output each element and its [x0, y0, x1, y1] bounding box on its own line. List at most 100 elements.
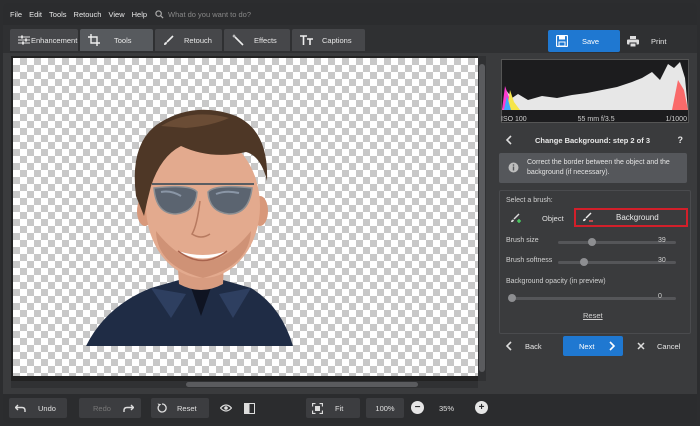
- brush-softness-label: Brush softness: [506, 257, 553, 264]
- exif-iso: ISO 100: [501, 116, 527, 123]
- step-navigation: Back Next Cancel: [495, 336, 695, 356]
- image-canvas[interactable]: [11, 56, 486, 381]
- zoom-in-button[interactable]: +: [475, 401, 488, 414]
- help-icon[interactable]: ?: [678, 135, 684, 145]
- step-title: Change Background: step 2 of 3: [535, 135, 651, 145]
- fit-label: Fit: [335, 403, 344, 413]
- bg-opacity-value: 0: [658, 293, 662, 300]
- next-label: Next: [579, 341, 595, 351]
- slider-knob[interactable]: [588, 238, 596, 246]
- brush-plus-icon: [511, 213, 521, 223]
- redo-icon: [123, 404, 134, 412]
- reset-link[interactable]: Reset: [583, 311, 603, 320]
- crop-icon: [88, 34, 100, 46]
- zoom-100-label: 100%: [375, 403, 395, 413]
- undo-icon: [15, 404, 26, 412]
- info-icon: [508, 162, 519, 173]
- tab-label: Captions: [322, 35, 352, 45]
- chevron-left-icon[interactable]: [505, 135, 513, 145]
- zoom-value: 35%: [439, 404, 455, 413]
- cancel-button[interactable]: Cancel: [629, 336, 691, 356]
- exif-info: ISO 100 55 mm f/3.5 1/1000: [501, 116, 687, 123]
- search-placeholder: What do you want to do?: [168, 9, 252, 19]
- undo-button[interactable]: Undo: [9, 398, 67, 418]
- slider-knob[interactable]: [580, 258, 588, 266]
- preview-toggle-button[interactable]: [217, 398, 235, 418]
- close-icon: [637, 342, 645, 350]
- fit-screen-icon: [312, 402, 323, 414]
- next-button[interactable]: Next: [563, 336, 623, 356]
- horizontal-scrollbar[interactable]: [11, 381, 478, 388]
- floppy-disk-icon: [556, 35, 568, 47]
- brush-background-button[interactable]: Background: [574, 208, 688, 227]
- undo-label: Undo: [38, 403, 56, 413]
- sliders-icon: [18, 35, 30, 45]
- menu-retouch[interactable]: Retouch: [74, 10, 102, 19]
- redo-label: Redo: [93, 403, 111, 413]
- back-button[interactable]: Back: [499, 336, 551, 356]
- tab-enhancement[interactable]: Enhancement: [10, 29, 78, 51]
- compare-button[interactable]: [241, 398, 259, 418]
- search-box[interactable]: What do you want to do?: [155, 10, 251, 19]
- portrait-photo: [86, 109, 293, 346]
- brush-softness-value: 30: [658, 257, 666, 264]
- print-button[interactable]: Print: [621, 30, 691, 52]
- menu-bar: File Edit Tools Retouch View Help What d…: [3, 3, 697, 25]
- tab-tools[interactable]: Tools: [80, 29, 153, 51]
- exif-lens: 55 mm f/3.5: [577, 116, 615, 123]
- eye-icon: [220, 404, 232, 412]
- slider-knob[interactable]: [508, 294, 516, 302]
- brush-icon: [164, 34, 174, 45]
- zoom-out-button[interactable]: −: [411, 401, 424, 414]
- save-button[interactable]: Save: [548, 30, 620, 52]
- compare-icon: [244, 402, 255, 414]
- cancel-label: Cancel: [657, 341, 681, 351]
- tab-label: Tools: [114, 35, 132, 45]
- menu-help[interactable]: Help: [132, 10, 147, 19]
- brush-object-button[interactable]: Object: [506, 211, 568, 226]
- brush-object-label: Object: [542, 214, 564, 223]
- redo-button[interactable]: Redo: [79, 398, 141, 418]
- fit-button[interactable]: Fit: [306, 398, 360, 418]
- brush-size-label: Brush size: [506, 237, 539, 244]
- exif-shutter: 1/1000: [665, 116, 687, 123]
- bg-opacity-slider[interactable]: [508, 294, 676, 302]
- back-label: Back: [525, 341, 542, 351]
- scroll-thumb[interactable]: [479, 64, 485, 372]
- brush-background-label: Background: [616, 213, 659, 222]
- menu-edit[interactable]: Edit: [29, 10, 42, 19]
- tab-retouch[interactable]: Retouch: [155, 29, 222, 51]
- menu-tools[interactable]: Tools: [49, 10, 67, 19]
- brush-minus-icon: [583, 212, 593, 222]
- print-label: Print: [651, 36, 667, 46]
- info-text: Correct the border between the object an…: [527, 159, 670, 176]
- bg-opacity-label: Background opacity (in preview): [506, 278, 606, 285]
- menu-file[interactable]: File: [10, 10, 22, 19]
- tab-label: Enhancement: [31, 35, 78, 45]
- chevron-left-icon: [505, 341, 512, 351]
- vertical-scrollbar[interactable]: [478, 56, 486, 381]
- tab-label: Effects: [254, 35, 277, 45]
- tab-label: Retouch: [184, 35, 212, 45]
- scroll-thumb[interactable]: [186, 382, 418, 387]
- right-panel: ISO 100 55 mm f/3.5 1/1000 Change Backgr…: [495, 53, 695, 365]
- menu-view[interactable]: View: [108, 10, 124, 19]
- tab-captions[interactable]: Captions: [292, 29, 365, 51]
- brush-settings: Select a brush: Object Background Brush …: [499, 190, 691, 334]
- reset-label: Reset: [177, 403, 197, 413]
- bottom-toolbar: Undo Redo Reset Fit 100% − 35% +: [3, 394, 697, 423]
- select-brush-label: Select a brush:: [506, 197, 553, 204]
- zoom-100-button[interactable]: 100%: [366, 398, 404, 418]
- save-label: Save: [582, 36, 600, 46]
- text-icon: [300, 35, 313, 45]
- search-icon: [155, 9, 164, 19]
- reset-button[interactable]: Reset: [151, 398, 209, 418]
- reset-icon: [157, 403, 167, 413]
- chevron-right-icon: [609, 341, 616, 351]
- printer-icon: [627, 35, 639, 47]
- info-box: Correct the border between the object an…: [499, 153, 687, 183]
- magic-wand-icon: [232, 34, 244, 46]
- step-header: Change Background: step 2 of 3 ?: [499, 131, 689, 149]
- tab-effects[interactable]: Effects: [224, 29, 290, 51]
- app-window: File Edit Tools Retouch View Help What d…: [3, 3, 697, 423]
